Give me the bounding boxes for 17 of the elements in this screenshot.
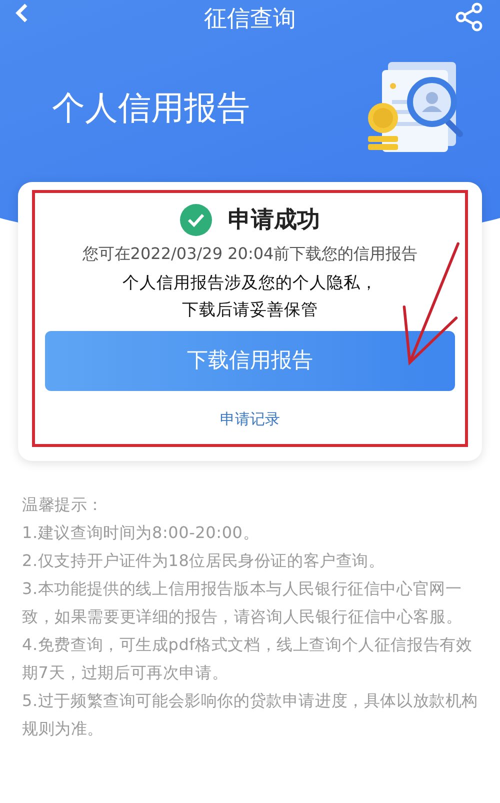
success-check-icon <box>180 204 212 236</box>
tips-heading: 温馨提示： <box>22 494 104 516</box>
tip-text: 1.建议查询时间为8:00-20:00。 <box>22 522 260 544</box>
tip-text: 5.过于频繁查询可能会影响你的贷款申请进度，具体以放款机构规则为准。 <box>22 690 478 740</box>
share-button[interactable] <box>454 2 484 32</box>
deadline-note: 您可在2022/03/29 20:04前下载您的信用报告 <box>81 242 419 264</box>
download-report-button[interactable]: 下载信用报告 <box>45 331 455 392</box>
tip-text: 4.免费查询，可生成pdf格式文档，线上查询个人征信报告有效期7天，过期后可再次申请。 <box>22 634 474 684</box>
page-title: 征信查询 <box>204 6 296 32</box>
privacy-note: 个人信用报告涉及您的个人隐私， <box>122 272 378 294</box>
tip-text: 3.本功能提供的线上信用报告版本与人民银行征信中心官网一致，如果需要更详细的报告，请咨询人民银行征信中心客服。 <box>22 578 464 628</box>
application-record-link[interactable]: 申请记录 <box>214 407 286 432</box>
share-icon <box>454 2 484 32</box>
status-title: 申请成功 <box>228 206 320 235</box>
privacy-note: 下载后请妥善保管 <box>181 298 319 321</box>
tip-text: 2.仅支持开户证件为18位居民身份证的客户查询。 <box>22 550 386 572</box>
hero-title: 个人信用报告 <box>52 86 250 129</box>
